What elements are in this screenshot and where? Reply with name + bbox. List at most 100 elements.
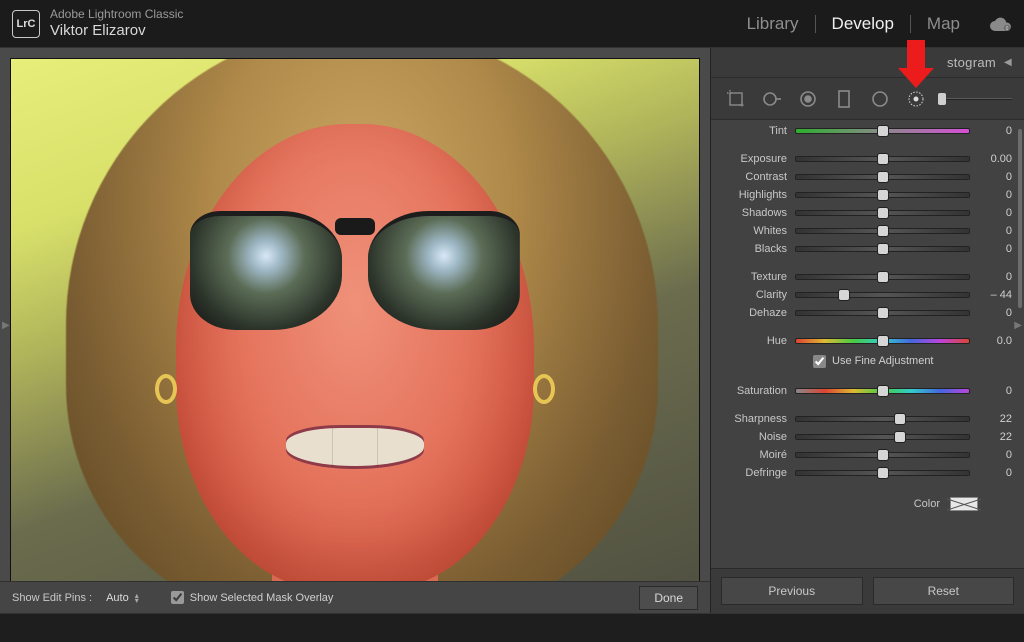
adjustment-brush-tool-icon[interactable] bbox=[903, 86, 929, 112]
mask-overlay bbox=[11, 59, 699, 602]
red-eye-tool-icon[interactable] bbox=[795, 86, 821, 112]
clarity-slider[interactable] bbox=[795, 292, 970, 298]
whites-slider-row: Whites 0 bbox=[723, 222, 1012, 240]
contrast-slider-row: Contrast 0 bbox=[723, 168, 1012, 186]
highlights-slider-row: Highlights0 bbox=[723, 186, 1012, 204]
whites-label: Whites bbox=[723, 225, 787, 237]
dehaze-value: 0 bbox=[978, 307, 1012, 319]
spot-removal-tool-icon[interactable] bbox=[759, 86, 785, 112]
moire-slider-row: Moiré 0 bbox=[723, 446, 1012, 464]
sharpness-slider[interactable] bbox=[795, 416, 970, 422]
shadows-value: 0 bbox=[978, 207, 1012, 219]
texture-label: Texture bbox=[723, 271, 787, 283]
clarity-label: Clarity bbox=[723, 289, 787, 301]
expand-left-panel-icon[interactable]: ▶ bbox=[2, 320, 10, 331]
highlights-label: Highlights bbox=[723, 189, 787, 201]
tint-value: 0 bbox=[978, 125, 1012, 137]
app-logo: LrC bbox=[12, 10, 40, 38]
contrast-value: 0 bbox=[978, 171, 1012, 183]
expand-right-panel-icon[interactable]: ▶ bbox=[1014, 320, 1022, 331]
cloud-sync-icon[interactable]: 0 bbox=[990, 17, 1012, 31]
defringe-label: Defringe bbox=[723, 467, 787, 479]
moire-label: Moiré bbox=[723, 449, 787, 461]
noise-value: 22 bbox=[978, 431, 1012, 443]
dehaze-slider-row: Dehaze 0 bbox=[723, 304, 1012, 322]
adjustment-sliders: Tint0Exposure0.00Contrast0Highlights0Sha… bbox=[711, 120, 1024, 568]
tint-slider-row: Tint 0 bbox=[723, 122, 1012, 140]
blacks-slider-row: Blacks 0 bbox=[723, 240, 1012, 258]
color-label: Color bbox=[914, 498, 940, 510]
exposure-slider-row: Exposure0.00 bbox=[723, 150, 1012, 168]
contrast-label: Contrast bbox=[723, 171, 787, 183]
local-adjustment-toolbar bbox=[711, 78, 1024, 120]
clarity-slider-row: Clarity – 44 bbox=[723, 286, 1012, 304]
brush-size-slider[interactable] bbox=[939, 94, 1012, 104]
saturation-slider[interactable] bbox=[795, 388, 970, 394]
color-row: Color bbox=[723, 492, 1012, 516]
app-header: LrC Adobe Lightroom Classic Viktor Eliza… bbox=[0, 0, 1024, 48]
texture-value: 0 bbox=[978, 271, 1012, 283]
saturation-value: 0 bbox=[978, 385, 1012, 397]
moire-slider[interactable] bbox=[795, 452, 970, 458]
edit-pins-select[interactable]: Auto ▴▾ bbox=[106, 592, 139, 604]
crop-tool-icon[interactable] bbox=[723, 86, 749, 112]
fine-adjustment-label: Use Fine Adjustment bbox=[832, 355, 934, 367]
edit-pins-value: Auto bbox=[106, 592, 129, 604]
collapse-left-icon: ◀ bbox=[1004, 57, 1012, 68]
graduated-filter-tool-icon[interactable] bbox=[831, 86, 857, 112]
shadows-label: Shadows bbox=[723, 207, 787, 219]
reset-button[interactable]: Reset bbox=[873, 577, 1015, 605]
whites-value: 0 bbox=[978, 225, 1012, 237]
radial-filter-tool-icon[interactable] bbox=[867, 86, 893, 112]
identity-plate: Viktor Elizarov bbox=[50, 22, 183, 39]
sharpness-label: Sharpness bbox=[723, 413, 787, 425]
color-swatch[interactable] bbox=[950, 497, 978, 511]
panel-footer: Previous Reset bbox=[711, 568, 1024, 613]
whites-slider[interactable] bbox=[795, 228, 970, 234]
mask-overlay-label: Show Selected Mask Overlay bbox=[190, 592, 334, 604]
exposure-slider[interactable] bbox=[795, 156, 970, 162]
fine-adjustment-checkbox[interactable] bbox=[813, 355, 826, 368]
done-button[interactable]: Done bbox=[639, 586, 698, 610]
defringe-slider[interactable] bbox=[795, 470, 970, 476]
photo-preview[interactable] bbox=[10, 58, 700, 603]
hue-slider[interactable] bbox=[795, 338, 970, 344]
histogram-panel-header[interactable]: stogram ◀ bbox=[711, 48, 1024, 78]
shadows-slider-row: Shadows 0 bbox=[723, 204, 1012, 222]
panel-scrollbar[interactable] bbox=[1018, 120, 1022, 567]
defringe-slider-row: Defringe0 bbox=[723, 464, 1012, 482]
highlights-slider[interactable] bbox=[795, 192, 970, 198]
nav-map[interactable]: Map bbox=[911, 10, 976, 38]
nav-library[interactable]: Library bbox=[731, 10, 815, 38]
histogram-label: stogram bbox=[947, 55, 996, 70]
mask-overlay-checkbox[interactable] bbox=[171, 591, 184, 604]
moire-value: 0 bbox=[978, 449, 1012, 461]
noise-slider[interactable] bbox=[795, 434, 970, 440]
dehaze-slider[interactable] bbox=[795, 310, 970, 316]
fine-adjustment-toggle[interactable]: Use Fine Adjustment bbox=[723, 350, 1012, 372]
exposure-value: 0.00 bbox=[978, 153, 1012, 165]
right-panel: stogram ◀ bbox=[710, 48, 1024, 613]
contrast-slider[interactable] bbox=[795, 174, 970, 180]
app-title: Adobe Lightroom Classic bbox=[50, 8, 183, 22]
module-nav: Library Develop Map 0 bbox=[731, 10, 1012, 38]
preview-toolbar: Show Edit Pins : Auto ▴▾ Show Selected M… bbox=[0, 581, 710, 613]
sharpness-value: 22 bbox=[978, 413, 1012, 425]
tint-label: Tint bbox=[723, 125, 787, 137]
blacks-slider[interactable] bbox=[795, 246, 970, 252]
svg-text:0: 0 bbox=[1006, 26, 1009, 31]
title-block: Adobe Lightroom Classic Viktor Elizarov bbox=[50, 8, 183, 39]
shadows-slider[interactable] bbox=[795, 210, 970, 216]
nav-develop[interactable]: Develop bbox=[816, 10, 910, 38]
dehaze-label: Dehaze bbox=[723, 307, 787, 319]
mask-overlay-toggle[interactable]: Show Selected Mask Overlay bbox=[171, 591, 334, 604]
blacks-value: 0 bbox=[978, 243, 1012, 255]
filmstrip-collapsed[interactable] bbox=[0, 613, 1024, 642]
previous-button[interactable]: Previous bbox=[721, 577, 863, 605]
clarity-value: – 44 bbox=[978, 289, 1012, 301]
hue-slider-row: Hue0.0 bbox=[723, 332, 1012, 350]
blacks-label: Blacks bbox=[723, 243, 787, 255]
texture-slider[interactable] bbox=[795, 274, 970, 280]
hue-label: Hue bbox=[723, 335, 787, 347]
tint-slider[interactable] bbox=[795, 128, 970, 134]
